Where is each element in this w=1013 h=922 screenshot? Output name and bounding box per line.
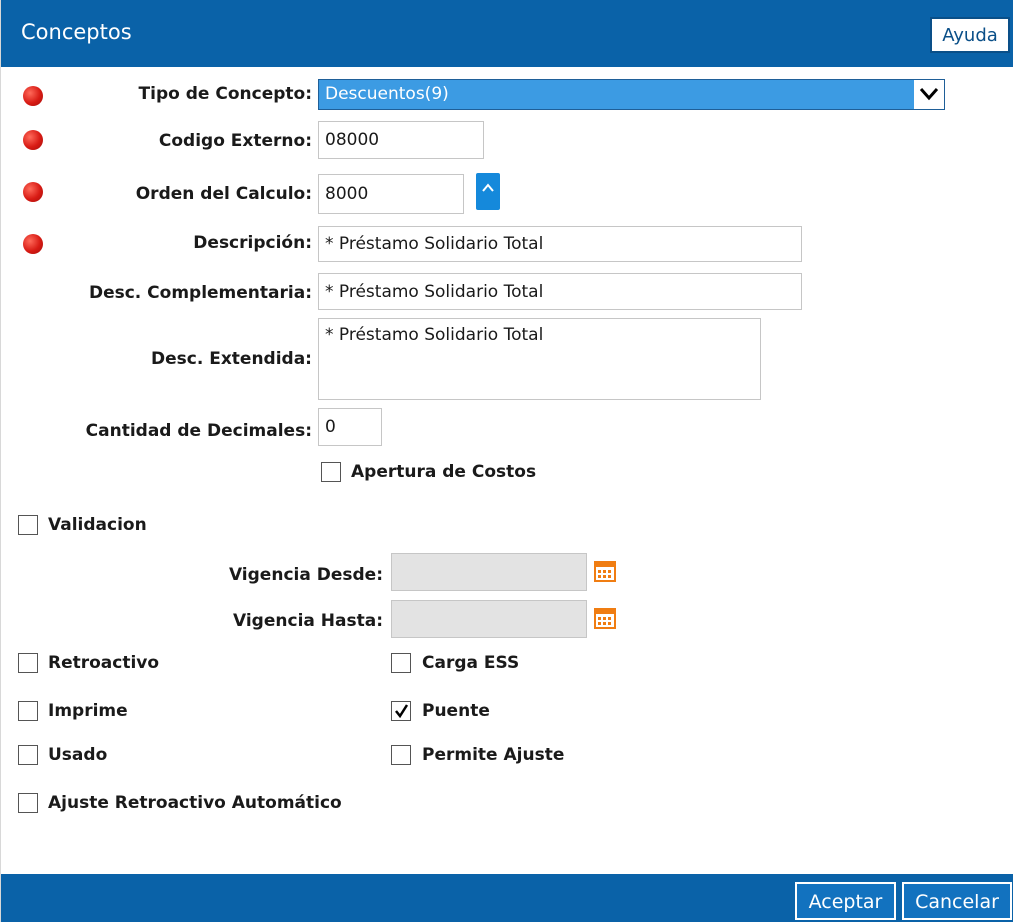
desc-complementaria-input[interactable] (318, 273, 802, 310)
apertura-costos-checkbox[interactable] (321, 462, 341, 482)
codigo-externo-input[interactable] (318, 121, 484, 159)
desc-extendida-label: Desc. Extendida: (151, 349, 312, 369)
descripcion-label: Descripción: (193, 233, 312, 253)
help-button[interactable]: Ayuda (930, 17, 1010, 53)
usado-checkbox[interactable] (18, 745, 38, 765)
chevron-down-icon[interactable] (914, 80, 944, 109)
tipo-concepto-select[interactable]: Descuentos(9) (318, 79, 945, 110)
cantidad-decimales-input[interactable] (318, 408, 382, 446)
orden-calculo-label: Orden del Calculo: (135, 184, 312, 204)
carga-ess-label: Carga ESS (422, 653, 520, 673)
dialog-title: Conceptos (21, 20, 132, 44)
apertura-costos-label: Apertura de Costos (351, 462, 537, 482)
tipo-concepto-value: Descuentos(9) (325, 84, 449, 104)
codigo-externo-label: Codigo Externo: (158, 131, 312, 151)
calendar-icon[interactable] (588, 601, 622, 636)
dialog-header: Conceptos Ayuda (1, 0, 1013, 67)
puente-label: Puente (422, 701, 490, 721)
dialog-footer: Aceptar Cancelar (1, 874, 1013, 922)
vigencia-hasta-input[interactable] (391, 600, 587, 638)
usado-label: Usado (48, 745, 108, 765)
validacion-checkbox[interactable] (18, 515, 38, 535)
imprime-label: Imprime (48, 701, 128, 721)
move-up-button[interactable] (476, 173, 500, 210)
retroactivo-checkbox[interactable] (18, 653, 38, 673)
ajuste-retroactivo-label: Ajuste Retroactivo Automático (48, 793, 342, 813)
validacion-label: Validacion (48, 515, 147, 535)
vigencia-hasta-label: Vigencia Hasta: (233, 611, 383, 631)
checkmark-icon (395, 704, 409, 718)
calendar-icon[interactable] (588, 554, 622, 589)
orden-calculo-input[interactable] (318, 174, 464, 214)
imprime-checkbox[interactable] (18, 701, 38, 721)
required-indicator-icon (23, 234, 43, 254)
ajuste-retroactivo-checkbox[interactable] (18, 793, 38, 813)
vigencia-desde-label: Vigencia Desde: (228, 565, 383, 585)
accept-button[interactable]: Aceptar (795, 882, 896, 920)
required-indicator-icon (23, 182, 43, 202)
permite-ajuste-checkbox[interactable] (391, 745, 411, 765)
desc-complementaria-label: Desc. Complementaria: (88, 283, 312, 303)
desc-extendida-textarea[interactable]: * Préstamo Solidario Total (318, 318, 761, 400)
required-indicator-icon (23, 86, 43, 106)
carga-ess-checkbox[interactable] (391, 653, 411, 673)
retroactivo-label: Retroactivo (48, 653, 160, 673)
cantidad-decimales-label: Cantidad de Decimales: (85, 421, 312, 441)
permite-ajuste-label: Permite Ajuste (422, 745, 565, 765)
descripcion-input[interactable] (318, 226, 802, 262)
conceptos-dialog: Conceptos Ayuda Tipo de Concepto: Descue… (0, 0, 1013, 922)
tipo-concepto-label: Tipo de Concepto: (138, 84, 312, 104)
chevron-up-icon (482, 183, 494, 192)
cancel-button[interactable]: Cancelar (902, 882, 1012, 920)
required-indicator-icon (23, 130, 43, 150)
puente-checkbox[interactable] (391, 701, 411, 721)
vigencia-desde-input[interactable] (391, 553, 587, 591)
